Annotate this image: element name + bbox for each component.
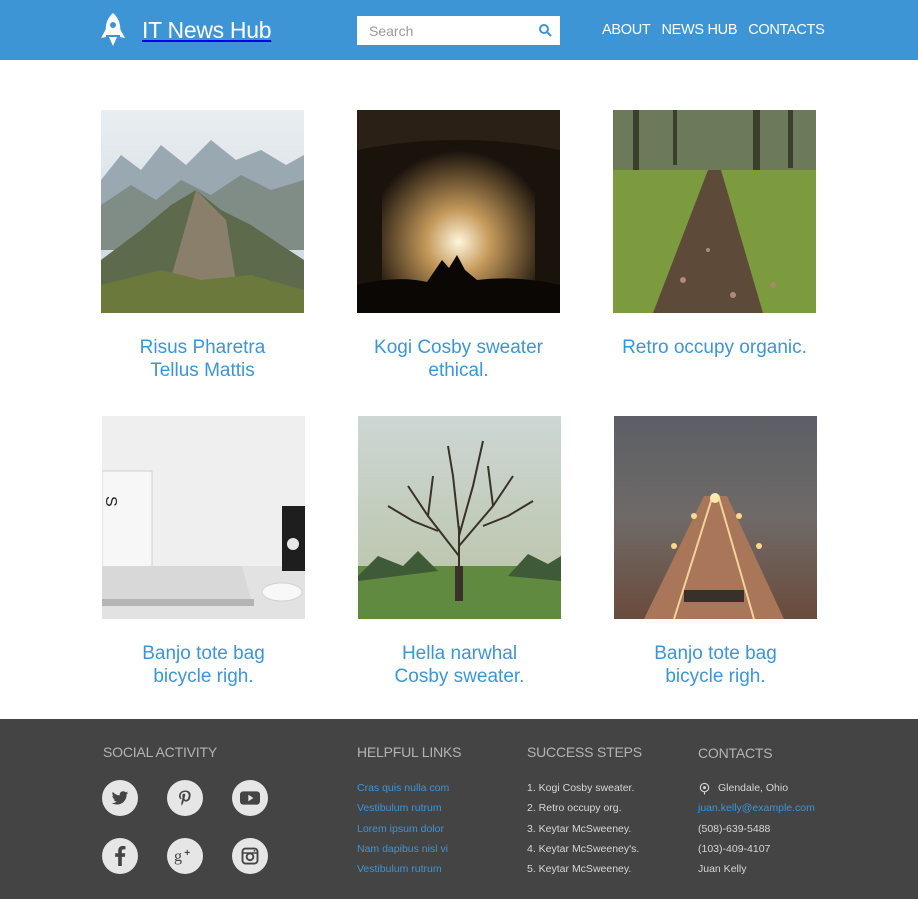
- contacts-heading: CONTACTS: [698, 745, 773, 761]
- footer-link[interactable]: Nam dapibus nisl vi: [357, 843, 448, 855]
- google-plus-icon[interactable]: g +: [167, 838, 203, 874]
- list-item: Vestibulum rutrum: [357, 859, 449, 879]
- contact-phone: (508)-639-5488: [698, 822, 771, 835]
- brand-logo[interactable]: IT News Hub: [100, 13, 272, 47]
- links-heading: HELPFUL LINKS: [357, 744, 462, 760]
- twitter-icon[interactable]: [102, 780, 138, 816]
- footer-link[interactable]: Cras quis nulla com: [357, 782, 449, 794]
- svg-text:S: S: [102, 496, 119, 507]
- list-item: Cras quis nulla com: [357, 778, 449, 798]
- footer-link[interactable]: Vestibulum rutrum: [357, 863, 442, 875]
- article-title[interactable]: Retro occupy organic.: [613, 336, 816, 359]
- footer-link[interactable]: Vestibulum rutrum: [357, 802, 442, 814]
- site-footer: SOCIAL ACTIVITY g + HELPFUL LINKS Cras qu…: [0, 719, 918, 899]
- article-title[interactable]: Banjo tote bag bicycle righ.: [614, 642, 817, 688]
- article-title[interactable]: Banjo tote bag bicycle righ.: [102, 642, 305, 688]
- contact-location: Glendale, Ohio: [698, 778, 815, 798]
- article-image-tree[interactable]: [358, 416, 561, 619]
- article-card: Kogi Cosby sweater ethical.: [357, 110, 561, 382]
- article-card: Retro occupy organic.: [613, 110, 817, 359]
- instagram-icon[interactable]: [232, 838, 268, 874]
- article-card: Risus Pharetra Tellus Mattis: [101, 110, 305, 382]
- svg-text:g: g: [174, 848, 182, 865]
- list-item: 3. Keytar McSweeney.: [527, 822, 632, 835]
- list-item: 4. Keytar McSweeney's.: [527, 842, 640, 855]
- steps-heading: SUCCESS STEPS: [527, 744, 642, 760]
- rocket-icon: [101, 13, 125, 46]
- nav-about[interactable]: ABOUT: [602, 22, 651, 38]
- article-image-laptop[interactable]: S: [102, 416, 305, 619]
- article-image-forest-path[interactable]: [613, 110, 816, 313]
- list-item: 2. Retro occupy org.: [527, 802, 622, 815]
- pinterest-icon[interactable]: [167, 780, 203, 816]
- article-image-railway[interactable]: [614, 416, 817, 619]
- contact-email: juan.kelly@example.com: [698, 798, 815, 818]
- list-item: Vestibulum rutrum: [357, 798, 449, 818]
- brand-name: IT News Hub: [142, 16, 272, 43]
- search-input[interactable]: [357, 16, 537, 45]
- social-heading: SOCIAL ACTIVITY: [103, 744, 217, 760]
- nav-contacts[interactable]: CONTACTS: [748, 22, 825, 38]
- list-item: Lorem ipsum dolor: [357, 819, 449, 839]
- article-title[interactable]: Kogi Cosby sweater ethical.: [357, 336, 560, 382]
- search-icon[interactable]: [538, 23, 552, 37]
- location-pin-icon: [699, 782, 710, 795]
- article-card: Banjo tote bag bicycle righ.: [614, 416, 818, 688]
- footer-link[interactable]: Lorem ipsum dolor: [357, 823, 444, 835]
- article-image-concert[interactable]: [357, 110, 560, 313]
- article-card: Hella narwhal Cosby sweater.: [358, 416, 562, 688]
- article-title[interactable]: Hella narwhal Cosby sweater.: [358, 642, 561, 688]
- article-title[interactable]: Risus Pharetra Tellus Mattis: [101, 336, 304, 382]
- nav-news-hub[interactable]: NEWS HUB: [661, 22, 737, 38]
- contact-phone: (103)-409-4107: [698, 842, 771, 855]
- contact-name: Juan Kelly: [698, 863, 747, 876]
- list-item: Nam dapibus nisl vi: [357, 839, 449, 859]
- email-link[interactable]: juan.kelly@example.com: [698, 798, 815, 818]
- main-nav: ABOUT NEWS HUB CONTACTS: [602, 22, 825, 38]
- svg-text:+: +: [184, 848, 190, 859]
- list-item: 1. Kogi Cosby sweater.: [527, 782, 635, 794]
- facebook-icon[interactable]: [102, 838, 138, 874]
- success-steps-list: 1. Kogi Cosby sweater. 2. Retro occupy o…: [527, 778, 639, 879]
- site-header: IT News Hub ABOUT NEWS HUB CONTACTS: [0, 0, 918, 60]
- article-card: S Banjo tote bag bicycle righ.: [102, 416, 306, 688]
- youtube-icon[interactable]: [232, 780, 268, 816]
- contacts-list: Glendale, Ohio juan.kelly@example.com (5…: [698, 778, 815, 879]
- helpful-links-list: Cras quis nulla com Vestibulum rutrum Lo…: [357, 778, 449, 879]
- search-box: [357, 16, 560, 45]
- article-image-mountain[interactable]: [101, 110, 304, 313]
- list-item: 5. Keytar McSweeney.: [527, 863, 632, 876]
